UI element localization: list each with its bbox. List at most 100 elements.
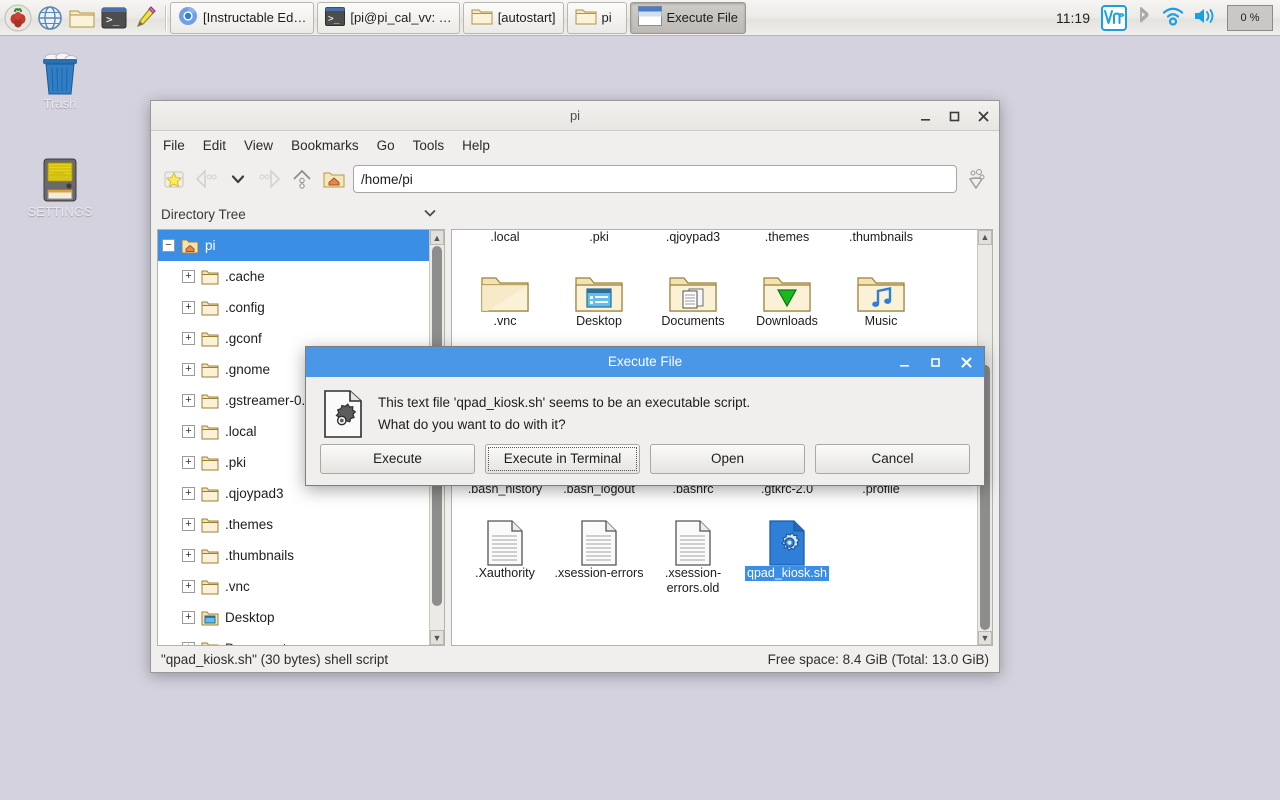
tree-item-label: .config xyxy=(225,300,265,315)
tree-item-pi[interactable]: − pi xyxy=(158,230,429,261)
file-item-dot-vnc[interactable]: .vnc xyxy=(458,258,552,329)
dialog-maximize-icon[interactable] xyxy=(928,355,943,370)
tree-expander-icon[interactable]: − xyxy=(162,239,175,252)
task-button-execute-file[interactable]: Execute File xyxy=(630,2,747,34)
tree-item-label: Documents xyxy=(225,641,293,645)
tree-expander-icon[interactable]: + xyxy=(182,332,195,345)
menu-file[interactable]: File xyxy=(163,138,185,153)
path-input[interactable]: /home/pi xyxy=(353,165,957,193)
tree-item-Documents[interactable]: + Documents xyxy=(158,633,429,645)
file-manager-titlebar[interactable]: pi xyxy=(151,101,999,131)
statusbar: "qpad_kiosk.sh" (30 bytes) shell script … xyxy=(151,646,999,672)
terminal-icon: >_ xyxy=(325,7,345,29)
tree-item-Desktop[interactable]: + Desktop xyxy=(158,602,429,633)
file-item-dot-qjoypad3[interactable]: .qjoypad3 xyxy=(646,230,740,245)
dialog-titlebar[interactable]: Execute File xyxy=(306,347,984,377)
svg-text:>_: >_ xyxy=(328,13,340,24)
file-item-label: Desktop xyxy=(552,314,646,329)
cpu-monitor[interactable]: 0 % xyxy=(1227,5,1273,31)
scroll-up-arrow-icon[interactable]: ▲ xyxy=(430,230,444,245)
tree-item-dot-themes[interactable]: + .themes xyxy=(158,509,429,540)
minimize-icon[interactable] xyxy=(918,109,933,124)
tools-icon[interactable] xyxy=(963,166,989,192)
vnc-icon[interactable] xyxy=(1101,5,1127,31)
folder-icon xyxy=(201,362,219,378)
tree-expander-icon[interactable]: + xyxy=(182,456,195,469)
wifi-icon[interactable] xyxy=(1161,6,1185,29)
chevron-down-icon[interactable] xyxy=(423,206,437,223)
desktop-icon-trash[interactable]: Trash xyxy=(0,44,120,111)
tree-expander-icon[interactable]: + xyxy=(182,394,195,407)
text-file-icon xyxy=(458,510,552,566)
file-item-label: .thumbnails xyxy=(834,230,928,245)
tree-expander-icon[interactable]: + xyxy=(182,425,195,438)
desktop-icon-settings[interactable]: SETTINGS xyxy=(0,152,120,219)
bookmark-star-icon[interactable] xyxy=(161,166,187,192)
tree-item-dot-thumbnails[interactable]: + .thumbnails xyxy=(158,540,429,571)
file-item-dot-themes[interactable]: .themes xyxy=(740,230,834,245)
raspberry-menu-icon[interactable] xyxy=(2,2,34,34)
tree-expander-icon[interactable]: + xyxy=(182,611,195,624)
menu-go[interactable]: Go xyxy=(377,138,395,153)
menu-tools[interactable]: Tools xyxy=(413,138,445,153)
menu-help[interactable]: Help xyxy=(462,138,490,153)
file-item-dot-xsession-errors-old[interactable]: .xsession-errors.old xyxy=(646,510,740,596)
file-manager-icon[interactable] xyxy=(66,2,98,34)
tree-expander-icon[interactable]: + xyxy=(182,580,195,593)
menu-view[interactable]: View xyxy=(244,138,273,153)
tree-expander-icon[interactable]: + xyxy=(182,363,195,376)
tree-item-dot-config[interactable]: + .config xyxy=(158,292,429,323)
menu-bookmarks[interactable]: Bookmarks xyxy=(291,138,359,153)
bluetooth-icon[interactable] xyxy=(1135,5,1153,30)
file-item-Documents[interactable]: Documents xyxy=(646,258,740,329)
file-item-dot-pki[interactable]: .pki xyxy=(552,230,646,245)
maximize-icon[interactable] xyxy=(947,109,962,124)
tree-expander-icon[interactable]: + xyxy=(182,642,195,645)
back-arrow-icon[interactable] xyxy=(193,166,219,192)
volume-icon[interactable] xyxy=(1193,6,1219,29)
tree-expander-icon[interactable]: + xyxy=(182,549,195,562)
directory-tree-label: Directory Tree xyxy=(161,207,246,222)
up-arrow-icon[interactable] xyxy=(289,166,315,192)
tree-expander-icon[interactable]: + xyxy=(182,518,195,531)
file-item-dot-thumbnails[interactable]: .thumbnails xyxy=(834,230,928,245)
history-dropdown-icon[interactable] xyxy=(225,166,251,192)
scroll-down-arrow-icon[interactable]: ▼ xyxy=(430,630,444,645)
file-item-label: Music xyxy=(834,314,928,329)
web-browser-icon[interactable] xyxy=(34,2,66,34)
tree-expander-icon[interactable]: + xyxy=(182,301,195,314)
file-item-Downloads[interactable]: Downloads xyxy=(740,258,834,329)
execute-button[interactable]: Execute xyxy=(320,444,475,474)
directory-tree-header[interactable]: Directory Tree xyxy=(157,199,445,229)
tree-item-dot-vnc[interactable]: + .vnc xyxy=(158,571,429,602)
task-button-autostart[interactable]: [autostart] xyxy=(463,2,564,34)
tree-item-dot-cache[interactable]: + .cache xyxy=(158,261,429,292)
file-item-dot-xsession-errors[interactable]: .xsession-errors xyxy=(552,510,646,581)
open-button[interactable]: Open xyxy=(650,444,805,474)
terminal-icon[interactable]: >_ xyxy=(98,2,130,34)
file-item-dot-Xauthority[interactable]: .Xauthority xyxy=(458,510,552,581)
dialog-minimize-icon[interactable] xyxy=(897,355,912,370)
file-item-qpad_kiosk-sh[interactable]: qpad_kiosk.sh xyxy=(740,510,834,581)
execute-in-terminal-button[interactable]: Execute in Terminal xyxy=(485,444,640,474)
dialog-close-icon[interactable] xyxy=(959,355,974,370)
scroll-up-arrow-icon[interactable]: ▲ xyxy=(978,230,992,245)
task-button-terminal[interactable]: >_ [pi@pi_cal_vv: … xyxy=(317,2,459,34)
task-button-browser[interactable]: [Instructable Ed… xyxy=(170,2,314,34)
text-editor-icon[interactable] xyxy=(130,2,162,34)
menu-edit[interactable]: Edit xyxy=(203,138,226,153)
clock[interactable]: 11:19 xyxy=(1053,10,1093,26)
file-item-Music[interactable]: Music xyxy=(834,258,928,329)
tree-expander-icon[interactable]: + xyxy=(182,487,195,500)
tree-expander-icon[interactable]: + xyxy=(182,270,195,283)
file-item-Desktop[interactable]: Desktop xyxy=(552,258,646,329)
window-title: pi xyxy=(570,108,580,123)
folder-icon xyxy=(201,393,219,409)
forward-arrow-icon[interactable] xyxy=(257,166,283,192)
task-button-pi[interactable]: pi xyxy=(567,2,627,34)
home-folder-icon[interactable] xyxy=(321,166,347,192)
close-icon[interactable] xyxy=(976,109,991,124)
scroll-down-arrow-icon[interactable]: ▼ xyxy=(978,631,992,646)
cancel-button[interactable]: Cancel xyxy=(815,444,970,474)
file-item-dot-local[interactable]: .local xyxy=(458,230,552,245)
